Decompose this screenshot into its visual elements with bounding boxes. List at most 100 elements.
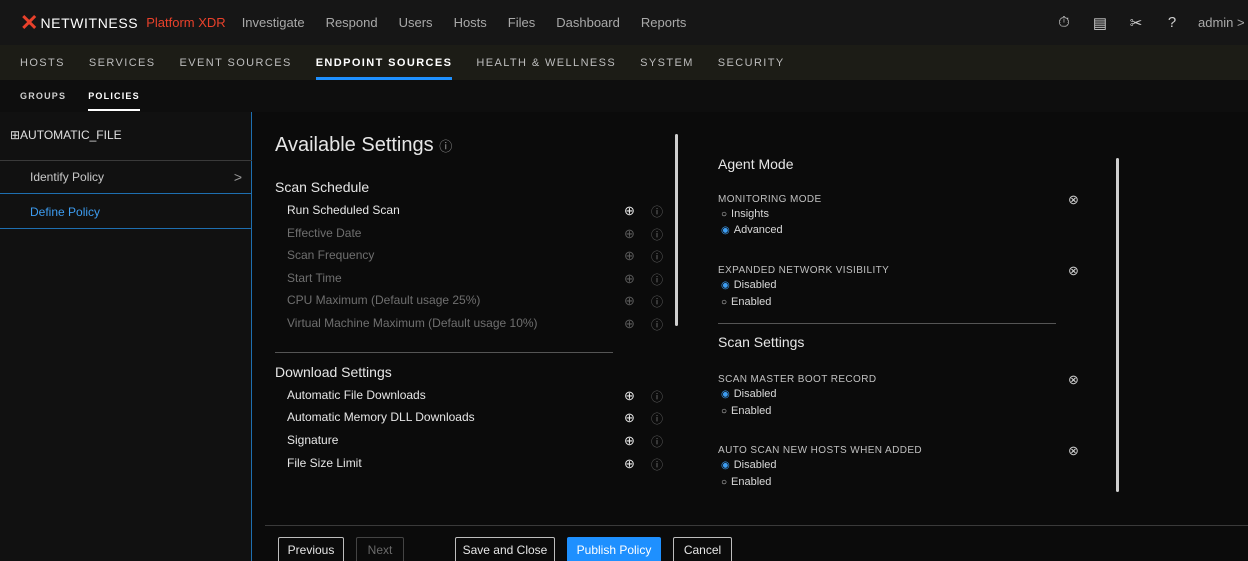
radio-insights[interactable]: ○ Insights [721, 208, 769, 220]
top-bar: ✕ NETWITNESS Platform XDR Investigate Re… [0, 0, 1248, 45]
tab-policies[interactable]: POLICIES [88, 91, 140, 111]
info-icon[interactable]: ⓘ [651, 248, 663, 265]
chevron-right-icon: > [233, 169, 242, 185]
add-circle-icon: ⊕ [624, 248, 635, 263]
selected-settings-scrollbar[interactable] [1116, 158, 1119, 492]
user-menu[interactable]: admin > [1198, 15, 1248, 30]
step-identify-policy[interactable]: Identify Policy > [0, 160, 252, 194]
remove-setting-icon[interactable]: ⊗ [1068, 192, 1079, 208]
add-circle-icon[interactable]: ⊕ [624, 456, 635, 472]
setting-label: Signature [287, 433, 339, 447]
tab-hosts[interactable]: HOSTS [20, 57, 65, 69]
nav-users[interactable]: Users [399, 15, 433, 30]
add-circle-icon[interactable]: ⊕ [624, 433, 635, 449]
info-icon[interactable]: ⓘ [651, 388, 663, 405]
setting-label: Virtual Machine Maximum (Default usage 1… [287, 316, 538, 330]
add-circle-icon: ⊕ [624, 226, 635, 241]
radio-enabled[interactable]: ○ Enabled [721, 405, 771, 417]
brand-logo[interactable]: ✕ NETWITNESS Platform XDR [20, 9, 226, 35]
main-nav: Investigate Respond Users Hosts Files Da… [242, 15, 708, 30]
nav-hosts[interactable]: Hosts [454, 15, 487, 30]
nav-reports[interactable]: Reports [641, 15, 687, 30]
remove-setting-icon[interactable]: ⊗ [1068, 443, 1079, 459]
timer-icon[interactable]: ⏱ [1046, 14, 1082, 31]
tab-system[interactable]: SYSTEM [640, 57, 694, 69]
info-icon[interactable]: ⓘ [651, 293, 663, 310]
radio-enabled[interactable]: ○ Enabled [721, 476, 771, 488]
info-icon[interactable]: ⓘ [651, 316, 663, 333]
info-icon[interactable]: ⓘ [651, 203, 663, 220]
step-label: Define Policy [30, 204, 101, 219]
tab-endpoint-sources[interactable]: ENDPOINT SOURCES [315, 57, 453, 80]
nav-investigate[interactable]: Investigate [242, 15, 305, 30]
nav-files[interactable]: Files [508, 15, 535, 30]
radio-icon: ○ [721, 209, 728, 220]
radio-selected-icon: ◉ [721, 460, 730, 471]
info-icon[interactable]: ⓘ [651, 433, 663, 450]
notes-icon[interactable]: ▤ [1082, 14, 1118, 32]
available-settings-scrollbar[interactable] [675, 134, 678, 326]
add-circle-icon[interactable]: ⊕ [624, 388, 635, 404]
radio-label: Enabled [731, 476, 772, 488]
radio-label: Disabled [733, 279, 777, 291]
add-circle-icon: ⊕ [624, 316, 635, 331]
setting-row: Start Time ⊕ ⓘ [287, 271, 667, 287]
setting-label: Automatic File Downloads [287, 388, 426, 402]
save-and-close-button[interactable]: Save and Close [455, 537, 555, 561]
radio-label: Advanced [733, 224, 783, 236]
cancel-button[interactable]: Cancel [673, 537, 732, 561]
footer-divider [265, 525, 1248, 526]
tab-groups[interactable]: GROUPS [20, 91, 66, 101]
tab-health-wellness[interactable]: HEALTH & WELLNESS [476, 57, 616, 69]
info-icon[interactable]: ⓘ [651, 456, 663, 473]
add-circle-icon[interactable]: ⊕ [624, 203, 635, 219]
setting-row: Automatic Memory DLL Downloads ⊕ ⓘ [287, 410, 667, 426]
remove-setting-icon[interactable]: ⊗ [1068, 263, 1079, 279]
next-button[interactable]: Next [356, 537, 404, 561]
setting-label: Effective Date [287, 226, 362, 240]
info-icon[interactable]: ⓘ [439, 139, 452, 154]
setting-row: CPU Maximum (Default usage 25%) ⊕ ⓘ [287, 293, 667, 309]
product-name: Platform XDR [146, 15, 226, 30]
setting-row: Signature ⊕ ⓘ [287, 433, 667, 449]
section-divider [718, 323, 1056, 324]
remove-setting-icon[interactable]: ⊗ [1068, 372, 1079, 388]
tab-security[interactable]: SECURITY [718, 57, 785, 69]
radio-selected-icon: ◉ [721, 280, 730, 291]
publish-policy-button[interactable]: Publish Policy [567, 537, 661, 561]
step-define-policy[interactable]: Define Policy [0, 195, 252, 229]
nav-dashboard[interactable]: Dashboard [556, 15, 620, 30]
radio-disabled[interactable]: ◉ Disabled [721, 279, 777, 291]
monitoring-mode-label: MONITORING MODE [718, 194, 822, 205]
radio-advanced[interactable]: ◉ Advanced [721, 224, 783, 236]
step-label: Identify Policy [30, 170, 105, 184]
radio-icon: ○ [721, 406, 728, 417]
tab-event-sources[interactable]: EVENT SOURCES [180, 57, 292, 69]
netwitness-logo-icon: ✕ [20, 9, 39, 35]
agent-mode-heading: Agent Mode [718, 156, 794, 172]
nav-respond[interactable]: Respond [326, 15, 378, 30]
previous-button[interactable]: Previous [278, 537, 344, 561]
section-divider [275, 352, 613, 353]
radio-icon: ○ [721, 297, 728, 308]
radio-label: Enabled [731, 296, 772, 308]
add-circle-icon: ⊕ [624, 271, 635, 286]
setting-row: Virtual Machine Maximum (Default usage 1… [287, 316, 667, 332]
policy-name: ⊞AUTOMATIC_FILE [10, 128, 122, 142]
available-settings-heading: Available Settings ⓘ [275, 134, 452, 157]
help-icon[interactable]: ? [1154, 14, 1190, 31]
radio-disabled[interactable]: ◉ Disabled [721, 459, 777, 471]
radio-label: Enabled [731, 405, 772, 417]
tools-icon[interactable]: ✂ [1118, 14, 1154, 32]
add-circle-icon[interactable]: ⊕ [624, 410, 635, 426]
radio-enabled[interactable]: ○ Enabled [721, 296, 771, 308]
radio-disabled[interactable]: ◉ Disabled [721, 388, 777, 400]
add-circle-icon: ⊕ [624, 293, 635, 308]
download-settings-heading: Download Settings [275, 364, 392, 380]
info-icon[interactable]: ⓘ [651, 271, 663, 288]
info-icon[interactable]: ⓘ [651, 226, 663, 243]
setting-label: CPU Maximum (Default usage 25%) [287, 293, 481, 307]
tab-services[interactable]: SERVICES [89, 57, 156, 69]
info-icon[interactable]: ⓘ [651, 410, 663, 427]
setting-label: File Size Limit [287, 456, 362, 470]
